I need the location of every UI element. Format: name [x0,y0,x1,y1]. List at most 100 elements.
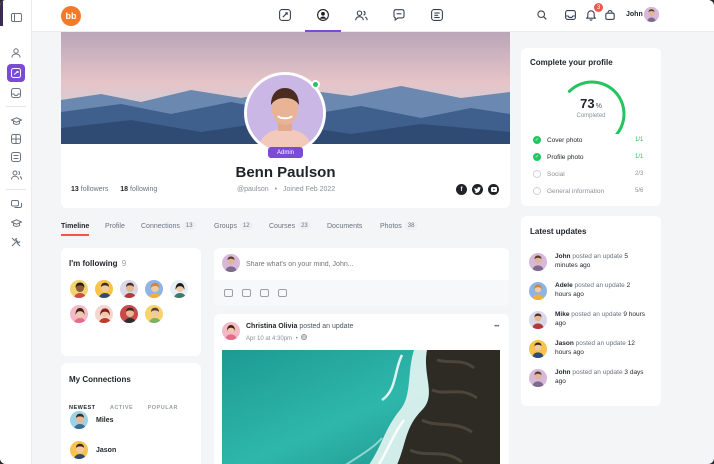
tab-label: Profile [105,222,125,230]
followed-user-avatar[interactable] [119,279,139,299]
progress-status: Completed [576,113,606,119]
messages-icon[interactable] [7,196,25,214]
followed-user-avatar[interactable] [69,304,89,324]
update-item[interactable]: Mike posted an update 9 hours ago [529,310,659,334]
tab-connections[interactable]: Connections 13 [141,220,196,232]
nav-members-icon[interactable] [353,7,369,23]
checklist-label: Social [547,170,565,178]
followers-label[interactable]: followers [81,186,109,193]
members-icon[interactable] [7,166,25,184]
following-count: 9 [121,259,127,268]
update-user[interactable]: Mike [555,311,569,318]
tab-timeline[interactable]: Timeline [61,220,90,236]
post-photo[interactable] [222,350,500,464]
social-links: f [456,184,499,195]
post-header: Christina Olivia posted an update [246,323,353,330]
nav-activity-icon[interactable] [277,7,293,23]
learning-icon[interactable] [7,214,25,232]
post-more-options-icon[interactable]: ••• [494,324,499,330]
update-item[interactable]: John posted an update 3 days ago [529,368,659,392]
activity-icon[interactable] [7,64,25,82]
notifications-bell-icon[interactable]: 3 [583,3,603,23]
tab-courses[interactable]: Courses 23 [269,220,311,232]
followed-user-avatar[interactable] [119,304,139,324]
tools-icon[interactable] [7,233,25,251]
inbox-icon[interactable] [7,84,25,102]
update-item[interactable]: Jason posted an update 12 hours ago [529,339,659,363]
documents-icon[interactable] [7,148,25,166]
checklist-item-social[interactable]: Social [533,170,643,178]
current-user-name[interactable]: John [626,11,643,18]
subtab-active[interactable]: ACTIVE [110,405,133,411]
update-action: posted an update [571,311,622,318]
update-user[interactable]: Adele [555,282,573,289]
tab-label: Documents [327,222,363,230]
followed-user-avatar[interactable] [169,279,189,299]
cart-bag-icon[interactable] [602,7,618,23]
subtab-popular[interactable]: POPULAR [148,405,178,411]
composer-input[interactable] [246,258,496,270]
tab-label: Photos [380,222,402,230]
checklist-item-profile-photo[interactable]: ✓ Profile photo [533,153,643,161]
left-sidebar [0,0,32,464]
followed-user-avatar[interactable] [144,279,164,299]
connection-avatar[interactable] [69,440,89,460]
update-item[interactable]: Adele posted an update 2 hours ago [529,281,659,305]
sidebar-divider [6,106,26,107]
checklist-label: Cover photo [547,136,583,144]
update-item[interactable]: John posted an update 5 minutes ago [529,252,659,276]
update-user[interactable]: John [555,253,571,260]
update-user[interactable]: Jason [555,340,574,347]
privacy-globe-icon[interactable] [301,334,308,342]
search-icon[interactable] [534,7,550,23]
nav-profile-icon[interactable] [305,7,341,32]
tab-profile[interactable]: Profile [105,220,125,232]
video-icon[interactable] [242,289,251,297]
activity-post: Christina Olivia posted an update Apr 10… [214,314,509,464]
inbox-icon[interactable] [562,7,578,23]
followed-user-avatar[interactable] [94,304,114,324]
followed-user-avatar[interactable] [94,279,114,299]
update-avatar[interactable] [529,311,547,329]
tab-photos[interactable]: Photos 38 [380,220,418,232]
update-user[interactable]: John [555,369,571,376]
update-avatar[interactable] [529,340,547,358]
brand-logo-icon[interactable]: bb [61,6,81,26]
connection-name[interactable]: Miles [96,417,114,424]
camera-icon[interactable] [224,289,233,297]
update-avatar[interactable] [529,253,547,271]
tab-label: Courses [269,222,296,230]
user-avatar[interactable] [644,7,659,22]
document-icon[interactable] [260,289,269,297]
profile-icon[interactable] [7,44,25,62]
post-author[interactable]: Christina Olivia [246,323,297,330]
followed-user-avatar[interactable] [144,304,164,324]
tab-count: 12 [239,222,253,230]
courses-icon[interactable] [7,112,25,130]
twitter-icon[interactable] [472,184,483,195]
nav-messages-icon[interactable] [391,7,407,23]
profile-header-card: Admin Benn Paulson 13 followers 18 follo… [61,32,510,208]
checklist-item-general-information[interactable]: General information [533,187,643,195]
update-avatar[interactable] [529,282,547,300]
tab-groups[interactable]: Groups 12 [214,220,253,232]
checklist-count: 1/1 [635,137,644,143]
connection-name[interactable]: Jason [96,447,116,454]
tab-documents[interactable]: Documents [327,220,362,232]
facebook-icon[interactable]: f [456,184,467,195]
gif-icon[interactable] [278,289,287,297]
tab-count: 13 [182,222,196,230]
youtube-icon[interactable] [488,184,499,195]
profile-stats: 13 followers 18 following [71,186,157,193]
checklist-item-cover-photo[interactable]: ✓ Cover photo [533,136,643,144]
connection-avatar[interactable] [69,410,89,430]
post-author-avatar[interactable] [222,322,240,340]
nav-documents-icon[interactable] [429,7,445,23]
sidebar-toggle-icon[interactable] [7,8,25,26]
update-avatar[interactable] [529,369,547,387]
groups-icon[interactable] [7,130,25,148]
latest-updates-card: Latest updates John posted an update 5 m… [521,216,661,406]
followers-count: 13 [71,186,79,193]
following-label[interactable]: following [130,186,157,193]
followed-user-avatar[interactable] [69,279,89,299]
